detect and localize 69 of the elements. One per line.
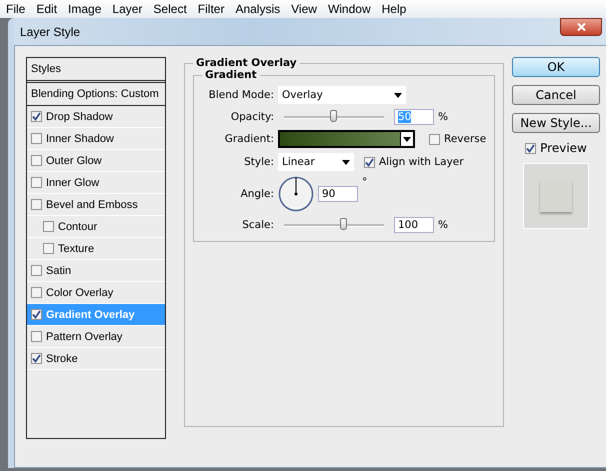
checkbox[interactable] [31, 155, 42, 166]
checkbox[interactable] [525, 142, 536, 154]
style-list-item[interactable]: Bevel and Emboss [27, 194, 165, 216]
checkbox[interactable] [31, 133, 42, 144]
checkbox[interactable] [31, 287, 42, 298]
panel-title: Gradient Overlay [195, 57, 298, 69]
style-list-item[interactable]: Contour [27, 216, 165, 238]
checkbox-label: Align with Layer [379, 156, 464, 168]
menu-item[interactable]: Layer [108, 2, 150, 16]
style-list-item[interactable]: Drop Shadow [27, 106, 165, 128]
checkbox[interactable] [429, 134, 440, 144]
checkbox[interactable] [364, 156, 375, 168]
field-label: Angle: [240, 188, 274, 200]
preview-thumbnail [523, 163, 589, 229]
menu-item[interactable]: View [287, 2, 324, 16]
angle-field[interactable]: 90 [318, 186, 358, 202]
style-list-item[interactable]: Pattern Overlay [27, 326, 165, 348]
angle-dial[interactable] [278, 176, 314, 212]
blend-mode-dropdown[interactable]: Overlay [278, 86, 406, 104]
style-list-item[interactable]: Inner Shadow [27, 128, 165, 150]
dialog-button[interactable]: New Style... [512, 113, 600, 133]
checkbox[interactable] [31, 309, 42, 320]
field-label: Blend Mode: [208, 89, 274, 101]
close-icon [576, 23, 586, 31]
checkbox[interactable] [31, 111, 42, 122]
dialog-button[interactable]: OK [512, 57, 600, 77]
unit-label: ° [362, 176, 368, 188]
checkbox-label: Preview [540, 141, 587, 155]
unit-label: % [438, 219, 448, 231]
field-label: Opacity: [230, 111, 274, 123]
menu-item[interactable]: Analysis [231, 2, 288, 16]
style-list-item[interactable]: Outer Glow [27, 150, 165, 172]
checkbox[interactable] [43, 243, 54, 254]
slider-thumb[interactable] [330, 110, 337, 122]
checkbox[interactable] [43, 221, 54, 232]
close-button[interactable] [560, 18, 602, 36]
checkbox[interactable] [31, 353, 42, 364]
unit-label: % [438, 111, 448, 123]
style-list-item[interactable]: Satin [27, 260, 165, 282]
dialog-button[interactable]: Cancel [512, 85, 600, 105]
checkbox[interactable] [31, 199, 42, 210]
checkbox-label: Reverse [444, 133, 486, 145]
caret-icon [342, 160, 350, 164]
field-label: Gradient: [224, 133, 274, 145]
checkbox[interactable] [31, 177, 42, 188]
style-list-item[interactable]: Texture [27, 238, 165, 260]
style-list-item[interactable]: Stroke [27, 348, 165, 370]
style-list-item[interactable]: Inner Glow [27, 172, 165, 194]
caret-icon [403, 136, 411, 142]
slider-thumb[interactable] [340, 218, 347, 230]
gradient-picker[interactable] [278, 130, 415, 148]
menu-item[interactable]: Window [324, 2, 378, 16]
style-dropdown[interactable]: Linear [278, 153, 354, 171]
field-label: Style: [243, 156, 274, 168]
field-label: Scale: [241, 219, 274, 231]
menu-item[interactable]: Select [149, 2, 194, 16]
checkbox[interactable] [31, 265, 42, 276]
menu-item[interactable]: Image [64, 2, 108, 16]
scale-field[interactable]: 100 [394, 217, 434, 233]
menu-item[interactable]: File [2, 2, 32, 16]
style-list-item[interactable]: Styles [27, 58, 165, 83]
menu-item[interactable]: Filter [194, 2, 232, 16]
style-list-item[interactable]: Blending Options: Custom [27, 83, 165, 106]
menu-item[interactable]: Help [378, 2, 414, 16]
window-title: Layer Style [19, 24, 80, 38]
group-title: Gradient [204, 69, 258, 81]
caret-icon [394, 92, 402, 98]
checkbox[interactable] [31, 331, 42, 342]
menu-item[interactable]: Edit [32, 2, 64, 16]
